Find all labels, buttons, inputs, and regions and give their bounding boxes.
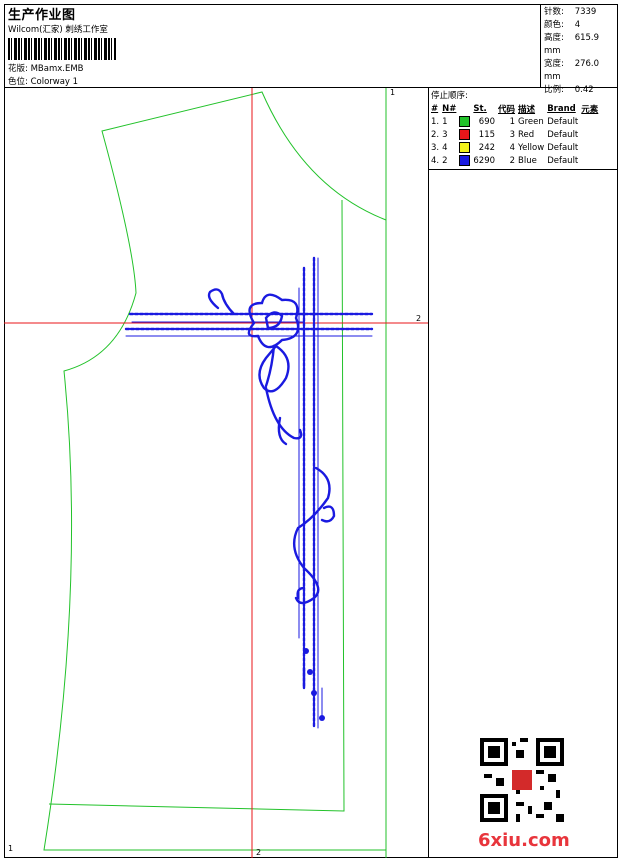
row-color-swatch xyxy=(459,115,473,128)
row-element xyxy=(581,154,601,167)
barcode-image xyxy=(8,38,116,60)
axis-marker-bottom-center: 2 xyxy=(256,848,262,857)
page-title: 生产作业图 xyxy=(8,8,76,23)
row-desc: Yellow xyxy=(518,142,545,153)
qr-code-image xyxy=(480,738,564,822)
color-swatch xyxy=(459,155,471,166)
row-desc: Green xyxy=(518,116,544,127)
header-block: 生产作业图 Wilcom(汇家) 刺绣工作室 花版: MBamx.EMB 色位:… xyxy=(4,4,618,95)
row-color-swatch xyxy=(459,128,473,141)
row-color-swatch xyxy=(459,141,473,154)
embroidery-drawing: 1 2 1 2 xyxy=(4,88,428,858)
axis-marker-top: 1 xyxy=(390,88,396,97)
row-idx: 2. xyxy=(431,129,440,140)
col-n: N# xyxy=(442,103,457,114)
stat-height-label: 高度: xyxy=(544,33,564,43)
col-color xyxy=(459,102,473,115)
row-n: 1 xyxy=(442,116,448,127)
drawing-canvas xyxy=(4,88,428,858)
pattern-line: 花版: MBamx.EMB xyxy=(8,62,84,74)
stat-width-label: 宽度: xyxy=(544,59,564,69)
company-name: Wilcom(汇家) 刺绣工作室 xyxy=(8,25,108,35)
stop-row: 4. 2 6290 2 Blue Default xyxy=(431,154,601,167)
row-element xyxy=(581,141,601,154)
stop-table-header: # N# St. 代码 描述 Brand 元素 xyxy=(431,102,601,115)
stop-row: 2. 3 115 3 Red Default xyxy=(431,128,601,141)
header-left: 生产作业图 Wilcom(汇家) 刺绣工作室 花版: MBamx.EMB 色位:… xyxy=(4,4,540,88)
row-element xyxy=(581,128,601,141)
stat-colors: 颜色: 4 xyxy=(544,19,618,32)
stop-sequence-title: 停止顺序: xyxy=(431,91,468,101)
color-swatch xyxy=(459,129,471,140)
col-st: St. xyxy=(473,103,487,114)
pattern-value: MBamx.EMB xyxy=(30,64,84,74)
row-idx: 4. xyxy=(431,155,440,166)
pattern-label: 花版: xyxy=(8,64,31,74)
stat-colors-label: 颜色: xyxy=(544,20,564,30)
row-brand: Default xyxy=(547,116,579,127)
col-brand: Brand xyxy=(547,103,576,114)
row-n: 4 xyxy=(442,142,448,153)
stat-stitches-value: 7339 xyxy=(574,7,597,17)
row-desc: Blue xyxy=(518,155,537,166)
stat-colors-value: 4 xyxy=(574,20,581,30)
row-n: 2 xyxy=(442,155,448,166)
axis-marker-right: 2 xyxy=(416,314,422,323)
colorway-line: 色位: Colorway 1 xyxy=(8,75,78,87)
color-swatch xyxy=(459,142,471,153)
garment-outline xyxy=(43,91,387,851)
row-code: 2 xyxy=(509,155,516,166)
colorway-value: Colorway 1 xyxy=(30,77,79,87)
stat-stitches-label: 针数: xyxy=(544,7,564,17)
row-stitches: 690 xyxy=(478,116,496,127)
row-color-swatch xyxy=(459,154,473,167)
row-brand: Default xyxy=(547,155,579,166)
row-code: 3 xyxy=(509,129,516,140)
row-desc: Red xyxy=(518,129,535,140)
col-idx: # xyxy=(431,103,439,114)
color-swatch xyxy=(459,116,471,127)
row-stitches: 115 xyxy=(478,129,496,140)
stat-stitches: 针数: 7339 xyxy=(544,6,618,19)
embroidery-motif xyxy=(124,256,374,730)
row-stitches: 6290 xyxy=(473,155,496,166)
axis-marker-bottom-left: 1 xyxy=(8,844,14,853)
row-idx: 3. xyxy=(431,142,440,153)
row-n: 3 xyxy=(442,129,448,140)
row-brand: Default xyxy=(547,129,579,140)
garment-inner-outline xyxy=(48,199,345,812)
row-element xyxy=(581,115,601,128)
colorway-label: 色位: xyxy=(8,77,31,87)
watermark-logo: 6xiu.com xyxy=(478,830,570,851)
row-code: 1 xyxy=(509,116,516,127)
col-element: 元素 xyxy=(581,104,599,115)
col-code: 代码 xyxy=(498,104,516,115)
row-code: 4 xyxy=(509,142,516,153)
row-brand: Default xyxy=(547,142,579,153)
stop-sequence-panel: 停止顺序: # N# St. 代码 描述 Brand 元素 1. 1 690 1 Gre… xyxy=(428,88,618,170)
stats-panel: 针数: 7339 颜色: 4 高度: 615.9 mm 宽度: 276.0 mm… xyxy=(540,4,618,95)
col-desc: 描述 xyxy=(518,104,536,115)
row-idx: 1. xyxy=(431,116,440,127)
stat-height: 高度: 615.9 mm xyxy=(544,32,618,58)
stop-sequence-table: # N# St. 代码 描述 Brand 元素 1. 1 690 1 Green Defa… xyxy=(431,102,601,167)
stop-row: 1. 1 690 1 Green Default xyxy=(431,115,601,128)
stop-row: 3. 4 242 4 Yellow Default xyxy=(431,141,601,154)
row-stitches: 242 xyxy=(478,142,496,153)
stat-width: 宽度: 276.0 mm xyxy=(544,58,618,84)
